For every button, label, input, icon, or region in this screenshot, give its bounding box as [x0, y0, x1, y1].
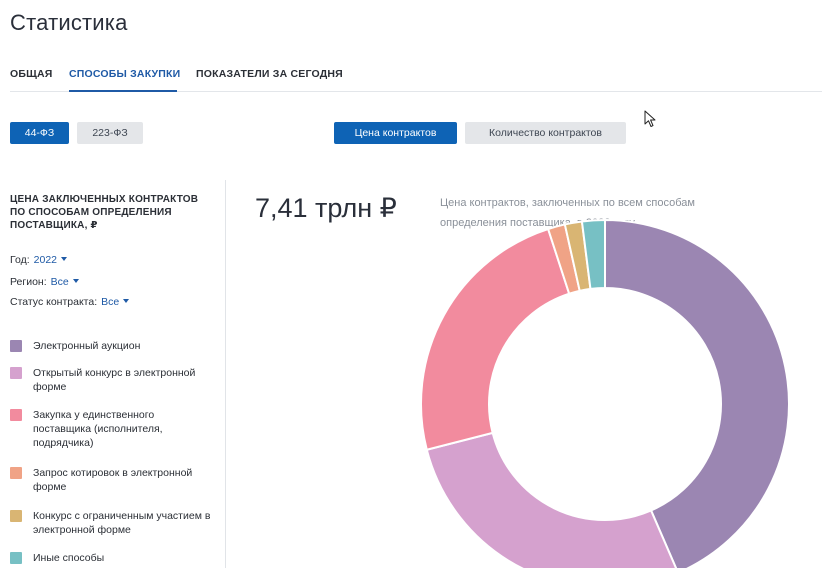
donut-slice[interactable] — [420, 227, 571, 451]
donut-slices — [420, 218, 790, 568]
donut-slice[interactable] — [425, 431, 678, 568]
donut-chart — [420, 218, 790, 568]
